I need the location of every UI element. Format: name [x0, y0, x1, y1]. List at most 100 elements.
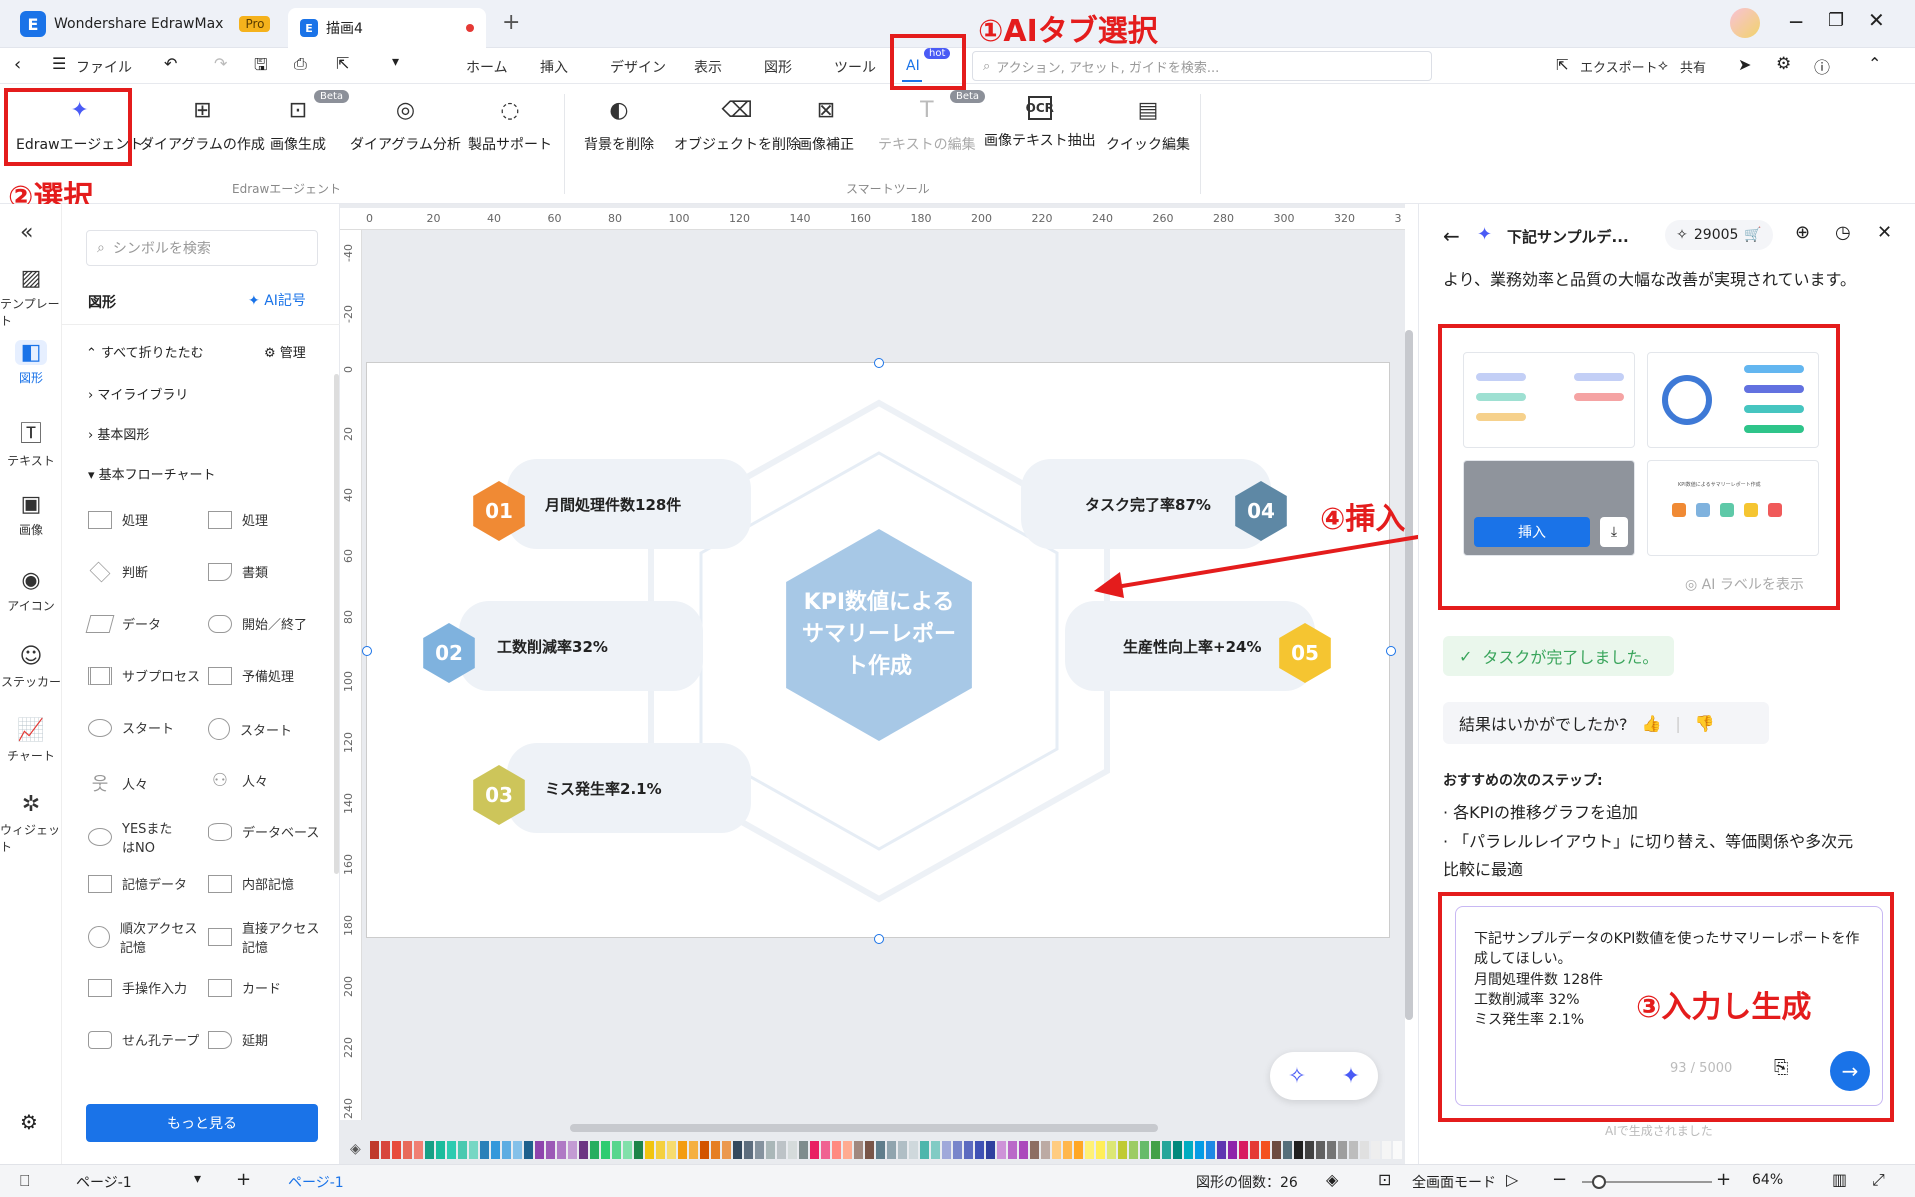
color-swatch[interactable] — [854, 1141, 863, 1159]
color-swatch[interactable] — [1041, 1141, 1050, 1159]
close-panel-icon[interactable]: ✕ — [1877, 222, 1892, 243]
color-swatch[interactable] — [1338, 1141, 1347, 1159]
ai-symbol-link[interactable]: ✦ AI記号 — [248, 290, 306, 310]
color-swatch[interactable] — [601, 1141, 610, 1159]
color-swatch[interactable] — [1316, 1141, 1325, 1159]
color-swatch[interactable] — [733, 1141, 742, 1159]
history-icon[interactable]: ◷ — [1835, 222, 1851, 243]
collapse-ribbon-icon[interactable]: ⌃ — [1868, 54, 1881, 73]
color-swatch[interactable] — [436, 1141, 445, 1159]
color-swatch[interactable] — [1008, 1141, 1017, 1159]
next-step-2[interactable]: · 「パラレルレイアウト」に切り替え、等価関係や多次元比較に最適 — [1443, 828, 1863, 884]
shape-document[interactable]: 書類 — [208, 562, 268, 581]
tab-view[interactable]: 表示 — [694, 57, 722, 77]
color-swatch[interactable] — [568, 1141, 577, 1159]
color-swatch[interactable] — [1283, 1141, 1292, 1159]
color-swatch[interactable] — [403, 1141, 412, 1159]
shape-process[interactable]: 処理 — [88, 510, 148, 529]
save-icon[interactable]: 🖫 — [254, 54, 268, 81]
shape-data[interactable]: データ — [85, 614, 161, 633]
color-swatch[interactable] — [689, 1141, 698, 1159]
play-icon[interactable]: ▷ — [1506, 1170, 1518, 1189]
color-swatch[interactable] — [1360, 1141, 1369, 1159]
tab-tools[interactable]: ツール — [834, 57, 876, 77]
shape-process-2[interactable]: 処理 — [208, 510, 268, 529]
file-menu[interactable]: ファイル — [76, 57, 132, 77]
color-swatch[interactable] — [513, 1141, 522, 1159]
magic-wand-icon[interactable]: ✧ — [1288, 1064, 1306, 1089]
color-swatch[interactable] — [1272, 1141, 1281, 1159]
zoom-in-icon[interactable]: + — [1716, 1169, 1731, 1190]
nav-image[interactable]: ▣ 画像 — [0, 492, 62, 538]
ocr-button[interactable]: OCR 画像テキスト抽出 — [984, 96, 1096, 150]
image-gen-button[interactable]: ⊡ 画像生成 — [270, 96, 326, 154]
diagram-analysis-button[interactable]: ◎ ダイアグラム分析 — [350, 96, 461, 154]
shape-subprocess[interactable]: サブプロセス — [88, 666, 200, 685]
color-swatch[interactable] — [832, 1141, 841, 1159]
zoom-out-icon[interactable]: − — [1552, 1169, 1567, 1190]
color-swatch[interactable] — [1118, 1141, 1127, 1159]
color-swatch[interactable] — [865, 1141, 874, 1159]
shape-people[interactable]: 웃 人々 — [88, 770, 148, 796]
basic-flowchart-group[interactable]: ▾ 基本フローチャート — [88, 464, 216, 483]
color-swatch[interactable] — [1085, 1141, 1094, 1159]
selection-handle-left[interactable] — [362, 646, 372, 656]
canvas-v-scrollbar[interactable] — [1405, 330, 1413, 1020]
canvas-h-scrollbar[interactable] — [570, 1124, 1158, 1132]
diagram-create-button[interactable]: ⊞ ダイアグラムの作成 — [140, 96, 265, 154]
selection-handle-bottom[interactable] — [874, 934, 884, 944]
shape-terminator[interactable]: 開始／終了 — [208, 614, 307, 633]
shape-punched-tape[interactable]: せん孔テープ — [88, 1030, 199, 1049]
settings-icon[interactable]: ⚙ — [1776, 54, 1791, 74]
collapse-all-button[interactable]: ⌃ すべて折りたたむ — [86, 342, 204, 361]
color-swatch[interactable] — [942, 1141, 951, 1159]
color-swatch[interactable] — [1074, 1141, 1083, 1159]
tab-shapes[interactable]: 図形 — [764, 57, 792, 77]
page-nav-icon[interactable]: ⎕ — [20, 1171, 30, 1191]
color-swatch[interactable] — [1206, 1141, 1215, 1159]
color-swatch[interactable] — [1217, 1141, 1226, 1159]
color-swatch[interactable] — [1239, 1141, 1248, 1159]
color-swatch[interactable] — [469, 1141, 478, 1159]
close-window-icon[interactable]: ✕ — [1868, 8, 1885, 32]
document-tab[interactable]: E 描画4 — [288, 8, 486, 48]
color-swatch[interactable] — [755, 1141, 764, 1159]
shape-start[interactable]: スタート — [88, 718, 174, 737]
shape-stored-data[interactable]: 記憶データ — [88, 874, 187, 893]
minimize-icon[interactable]: ─ — [1790, 10, 1802, 34]
avatar[interactable] — [1730, 8, 1760, 38]
color-swatch[interactable] — [656, 1141, 665, 1159]
shape-yes-no[interactable]: YESまたはNO — [88, 818, 208, 856]
color-swatch[interactable] — [634, 1141, 643, 1159]
color-swatch[interactable] — [843, 1141, 852, 1159]
kpi-card-02[interactable]: 工数削減率32% — [459, 601, 703, 691]
color-swatch[interactable] — [535, 1141, 544, 1159]
image-fix-button[interactable]: ⊠ 画像補正 — [798, 96, 854, 154]
page-select[interactable]: ページ-1 — [76, 1172, 132, 1192]
color-swatch[interactable] — [1228, 1141, 1237, 1159]
tab-home[interactable]: ホーム — [466, 57, 508, 77]
color-swatch[interactable] — [788, 1141, 797, 1159]
basic-shapes-group[interactable]: › 基本図形 — [88, 424, 149, 443]
my-library-group[interactable]: › マイライブラリ — [88, 384, 188, 403]
new-chat-icon[interactable]: ⊕ — [1795, 222, 1810, 243]
color-swatch[interactable] — [1019, 1141, 1028, 1159]
color-swatch[interactable] — [887, 1141, 896, 1159]
panel-back-icon[interactable]: ← — [1443, 224, 1460, 248]
color-swatch[interactable] — [711, 1141, 720, 1159]
color-swatch[interactable] — [1327, 1141, 1336, 1159]
color-swatch[interactable] — [590, 1141, 599, 1159]
nav-icon[interactable]: ◉ アイコン — [0, 568, 62, 614]
color-swatch[interactable] — [1052, 1141, 1061, 1159]
color-swatch[interactable] — [645, 1141, 654, 1159]
color-swatch[interactable] — [1250, 1141, 1259, 1159]
color-swatch[interactable] — [1107, 1141, 1116, 1159]
print-icon[interactable]: ⎙ — [294, 54, 307, 74]
page-tab[interactable]: ページ-1 — [288, 1172, 344, 1192]
remove-bg-button[interactable]: ◐ 背景を削除 — [584, 96, 654, 154]
color-swatch[interactable] — [1140, 1141, 1149, 1159]
selection-handle-right[interactable] — [1386, 646, 1396, 656]
color-swatch[interactable] — [766, 1141, 775, 1159]
send-icon[interactable]: ➤ — [1738, 55, 1751, 74]
color-swatch[interactable] — [447, 1141, 456, 1159]
